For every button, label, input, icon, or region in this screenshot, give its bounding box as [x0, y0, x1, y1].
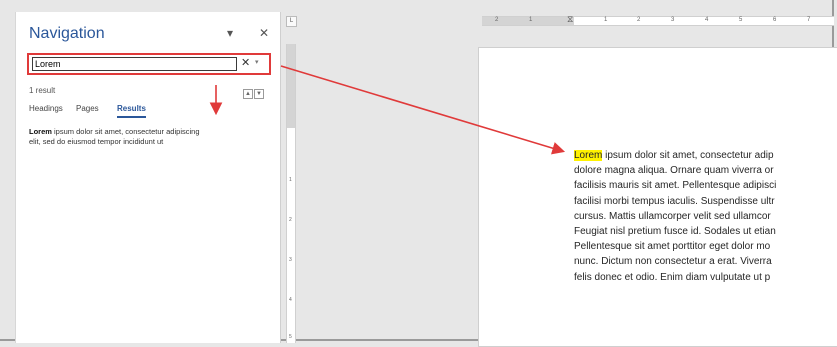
- arrow-to-document: [280, 65, 566, 155]
- annotation-arrows: [209, 65, 566, 155]
